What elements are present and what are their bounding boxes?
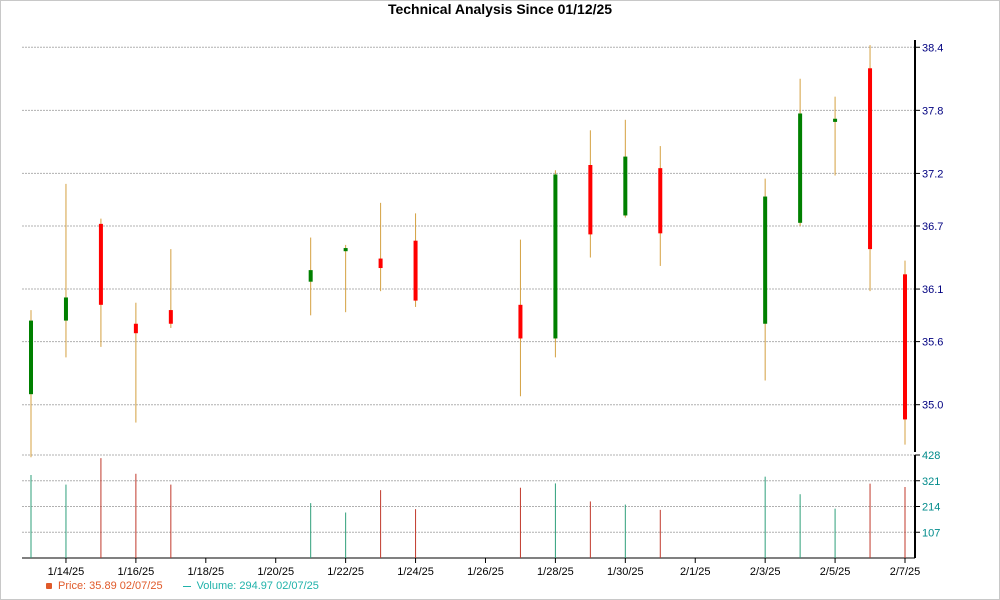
volume-tick-label: 428 <box>922 450 940 462</box>
candle-body <box>623 156 628 216</box>
candle-body <box>553 174 558 339</box>
x-tick-label: 1/18/25 <box>187 566 224 578</box>
candle-body <box>903 274 907 420</box>
candle-body <box>798 113 803 223</box>
candle-body <box>518 304 523 339</box>
x-tick-label: 1/16/25 <box>118 566 155 578</box>
volume-tick-label: 107 <box>922 527 940 539</box>
price-legend-swatch <box>46 583 52 590</box>
x-tick-label: 1/28/25 <box>537 566 574 578</box>
candle-body <box>413 240 418 301</box>
x-tick-label: 2/7/25 <box>890 566 921 578</box>
volume-tick-label: 214 <box>922 502 940 514</box>
price-tick-label: 37.2 <box>922 168 943 180</box>
price-tick-label: 35.0 <box>922 400 943 412</box>
price-tick-label: 35.6 <box>922 337 943 349</box>
candle-body <box>168 310 173 324</box>
candle-body <box>658 168 663 234</box>
volume-legend-text: Volume: 294.97 02/07/25 <box>196 580 319 593</box>
x-tick-label: 1/14/25 <box>48 566 85 578</box>
candle-body <box>98 223 103 305</box>
price-legend-text: Price: 35.89 02/07/25 <box>58 580 163 593</box>
x-tick-label: 2/5/25 <box>820 566 851 578</box>
price-tick-label: 36.7 <box>922 221 943 233</box>
candle-body <box>378 258 383 269</box>
x-tick-label: 2/1/25 <box>680 566 711 578</box>
candle-body <box>868 68 873 250</box>
x-tick-label: 1/30/25 <box>607 566 644 578</box>
candle-body <box>29 320 33 395</box>
x-tick-label: 1/24/25 <box>397 566 434 578</box>
candle-body <box>308 270 313 282</box>
x-tick-label: 2/3/25 <box>750 566 781 578</box>
price-tick-label: 36.1 <box>922 284 943 296</box>
volume-tick-label: 321 <box>922 476 940 488</box>
price-tick-label: 38.4 <box>922 42 943 54</box>
candle-body <box>588 165 593 235</box>
x-tick-label: 1/22/25 <box>327 566 364 578</box>
candle-body <box>763 196 768 324</box>
candlestick-chart: 35.0 35.6 36.1 36.7 37.2 37.8 38.4 107 214 321 428… <box>22 40 943 578</box>
candle-body <box>833 118 838 122</box>
candle-body <box>133 323 138 334</box>
x-tick-label: 1/26/25 <box>467 566 504 578</box>
chart-legend: Price: 35.89 02/07/25 Volume: 294.97 02/0… <box>46 580 319 592</box>
candle-body <box>343 248 348 252</box>
x-tick-label: 1/20/25 <box>257 566 294 578</box>
volume-legend-swatch <box>182 585 191 587</box>
price-tick-label: 37.8 <box>922 105 943 117</box>
candle-body <box>63 297 68 321</box>
